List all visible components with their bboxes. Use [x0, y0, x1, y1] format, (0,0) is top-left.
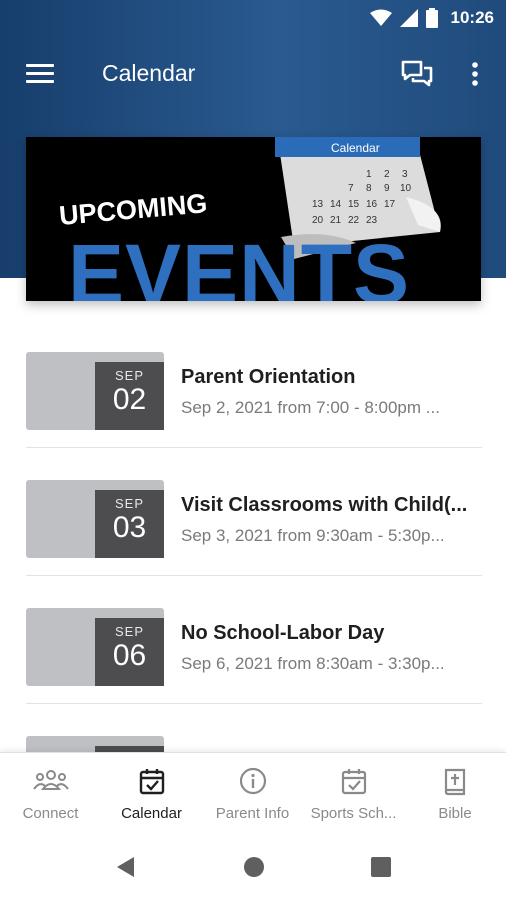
nav-label: Bible [438, 805, 472, 822]
nav-sports-schedule[interactable]: Sports Sch... [303, 753, 404, 835]
date-badge: SEP 06 [95, 618, 164, 686]
chat-button[interactable] [400, 58, 434, 90]
signal-icon [400, 9, 418, 27]
svg-text:21: 21 [330, 215, 342, 226]
nav-parent-info[interactable]: Parent Info [202, 753, 303, 835]
event-row[interactable]: SEP 03 Visit Classrooms with Child(... S… [26, 448, 482, 576]
event-datetime: Sep 2, 2021 from 7:00 - 8:00pm ... [181, 398, 440, 417]
bible-icon [444, 768, 466, 796]
status-time: 10:26 [450, 8, 494, 27]
bottom-navigation: Connect Calendar Parent Info Sports Sch.… [0, 752, 506, 834]
banner-graphic: Calendar 123 7 8 9 10 13 14 15 16 17 20 21 22 23 U… [58, 137, 441, 301]
event-datetime: Sep 6, 2021 from 8:30am - 3:30p... [181, 654, 445, 673]
battery-icon [426, 8, 438, 28]
status-bar: 10:26 [0, 0, 506, 36]
event-row[interactable]: SEP 06 No School-Labor Day Sep 6, 2021 f… [26, 576, 482, 704]
status-icons [370, 8, 438, 28]
nav-label: Calendar [121, 805, 182, 822]
svg-text:22: 22 [348, 215, 360, 226]
svg-text:3: 3 [402, 169, 408, 180]
upcoming-events-banner: Calendar 123 7 8 9 10 13 14 15 16 17 20 21 22 23 U… [26, 137, 481, 301]
event-title: Parent Orientation [181, 366, 356, 388]
page-title: Calendar [102, 60, 196, 86]
svg-text:1: 1 [366, 169, 372, 180]
event-day: 03 [112, 511, 147, 544]
more-vert-icon [472, 62, 478, 86]
svg-text:14: 14 [330, 199, 342, 210]
nav-label: Sports Sch... [310, 805, 397, 822]
app-bar: Calendar [0, 42, 506, 106]
banner-line2: EVENTS [68, 227, 410, 301]
svg-text:15: 15 [348, 199, 360, 210]
info-icon [239, 767, 266, 795]
wifi-icon [370, 9, 392, 26]
svg-text:10: 10 [400, 183, 412, 194]
event-day: 02 [112, 383, 147, 416]
event-month: SEP [114, 496, 144, 511]
nav-calendar[interactable]: Calendar [101, 753, 202, 835]
svg-text:8: 8 [366, 183, 372, 194]
calendar-screen: 10:26 Calendar Calendar 1 2 3 7 8 9 10 1… [0, 0, 506, 900]
svg-text:23: 23 [366, 215, 378, 226]
nav-bible[interactable]: Bible [404, 753, 506, 835]
event-month: SEP [114, 624, 144, 639]
nav-label: Parent Info [215, 805, 290, 822]
recents-icon[interactable] [370, 856, 392, 878]
system-navigation-bar [0, 834, 506, 900]
people-icon [32, 770, 69, 790]
event-day: 06 [112, 639, 147, 672]
svg-text:7: 7 [348, 183, 354, 194]
banner-line1: UPCOMING [58, 188, 209, 231]
date-badge: SEP 03 [95, 490, 164, 558]
svg-text:16: 16 [366, 199, 378, 210]
more-options-button[interactable] [466, 58, 484, 90]
calendar-label: Calendar [331, 141, 380, 155]
event-datetime: Sep 3, 2021 from 9:30am - 5:30p... [181, 526, 445, 545]
svg-text:17: 17 [384, 199, 396, 210]
chat-icon [401, 60, 433, 87]
svg-text:9: 9 [384, 183, 390, 194]
menu-icon[interactable] [26, 64, 54, 84]
event-title: No School-Labor Day [181, 622, 385, 644]
event-row[interactable]: SEP 02 Parent Orientation Sep 2, 2021 fr… [26, 320, 482, 448]
home-icon[interactable] [243, 856, 265, 878]
nav-connect[interactable]: Connect [0, 753, 101, 835]
calendar-check-icon [341, 769, 366, 795]
back-icon[interactable] [114, 856, 136, 878]
svg-text:2: 2 [384, 169, 390, 180]
event-month: SEP [114, 368, 144, 383]
nav-label: Connect [22, 805, 79, 822]
calendar-check-icon [139, 769, 164, 795]
svg-text:20: 20 [312, 215, 324, 226]
date-badge: SEP 02 [95, 362, 164, 430]
svg-text:13: 13 [312, 199, 324, 210]
event-title: Visit Classrooms with Child(... [181, 494, 468, 516]
